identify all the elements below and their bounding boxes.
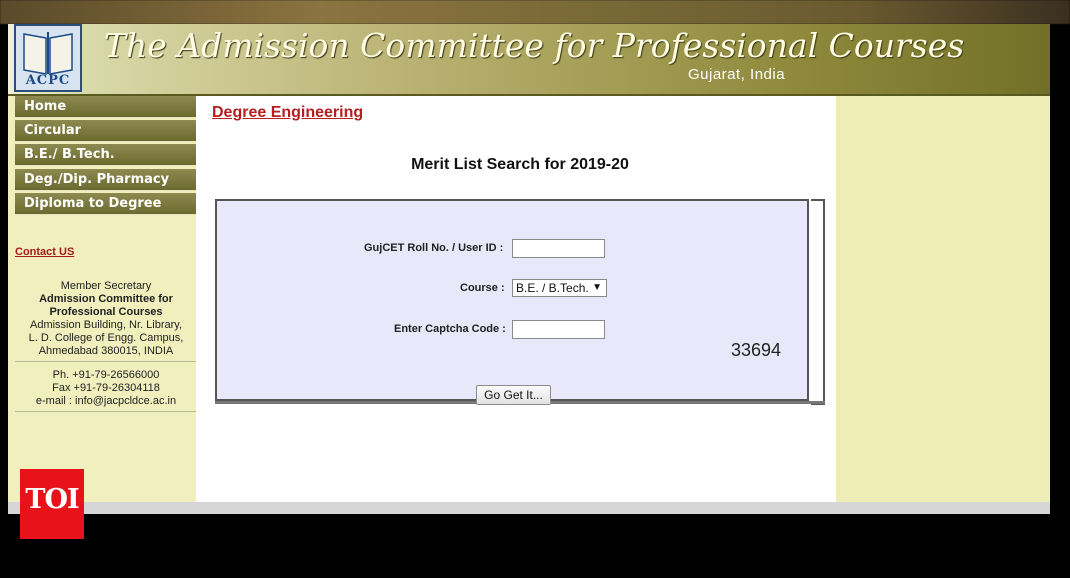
address-line: L. D. College of Engg. Campus, xyxy=(28,332,184,344)
address-line: Ahmedabad 380015, INDIA xyxy=(38,345,174,357)
nav-circular[interactable]: Circular xyxy=(15,120,197,142)
address-line: Admission Building, Nr. Library, xyxy=(29,319,183,331)
site-title: The Admission Committee for Professional… xyxy=(104,26,965,65)
search-form xyxy=(215,199,809,401)
address-line: Member Secretary xyxy=(60,280,152,292)
course-selected-value: B.E. / B.Tech. xyxy=(516,281,589,295)
roll-no-input[interactable] xyxy=(512,239,605,258)
course-select[interactable]: B.E. / B.Tech. ▼ xyxy=(512,279,607,297)
divider xyxy=(15,411,197,412)
nav-home[interactable]: Home xyxy=(15,96,197,118)
form-side-border xyxy=(811,199,825,405)
blurred-top-strip xyxy=(0,0,1070,24)
divider xyxy=(15,361,197,362)
page: ACPC The Admission Committee for Profess… xyxy=(8,24,1050,514)
section-heading[interactable]: Degree Engineering xyxy=(212,104,363,122)
captcha-code: 33694 xyxy=(731,340,782,360)
horizontal-scrollbar[interactable] xyxy=(8,502,1050,514)
address-org-line: Professional Courses xyxy=(49,306,163,318)
address-block: Member Secretary Admission Committee for… xyxy=(15,280,197,358)
sidebar: Home Circular B.E./ B.Tech. Deg./Dip. Ph… xyxy=(8,96,197,514)
phone-number: Ph. +91-79-26566000 xyxy=(52,369,160,381)
dropdown-arrow-icon: ▼ xyxy=(592,282,602,293)
main-content: Degree Engineering Merit List Search for… xyxy=(196,96,836,514)
book-icon xyxy=(23,32,73,75)
toi-watermark-logo: TOI xyxy=(20,469,84,539)
email-address[interactable]: e-mail : info@jacpcldce.ac.in xyxy=(36,395,176,407)
captcha-label: Enter Captcha Code : xyxy=(394,323,506,335)
acpc-logo[interactable]: ACPC xyxy=(14,24,82,92)
site-subtitle: Gujarat, India xyxy=(688,66,786,83)
page-title: Merit List Search for 2019-20 xyxy=(411,156,629,173)
contact-us-link[interactable]: Contact US xyxy=(15,246,74,258)
course-label: Course : xyxy=(460,282,505,294)
captcha-input[interactable] xyxy=(512,320,605,339)
nav-be-btech[interactable]: B.E./ B.Tech. xyxy=(15,144,197,166)
submit-button[interactable]: Go Get It... xyxy=(476,385,551,405)
site-header: ACPC The Admission Committee for Profess… xyxy=(8,24,1050,96)
nav-pharmacy[interactable]: Deg./Dip. Pharmacy xyxy=(15,169,197,191)
phone-block: Ph. +91-79-26566000 Fax +91-79-26304118 … xyxy=(15,369,197,408)
browser-frame: ACPC The Admission Committee for Profess… xyxy=(0,0,1070,578)
fax-number: Fax +91-79-26304118 xyxy=(52,382,160,394)
nav-diploma-to-degree[interactable]: Diploma to Degree xyxy=(15,193,197,215)
logo-text: ACPC xyxy=(25,73,71,88)
address-org-line: Admission Committee for xyxy=(39,293,173,305)
roll-no-label: GujCET Roll No. / User ID : xyxy=(364,242,504,254)
